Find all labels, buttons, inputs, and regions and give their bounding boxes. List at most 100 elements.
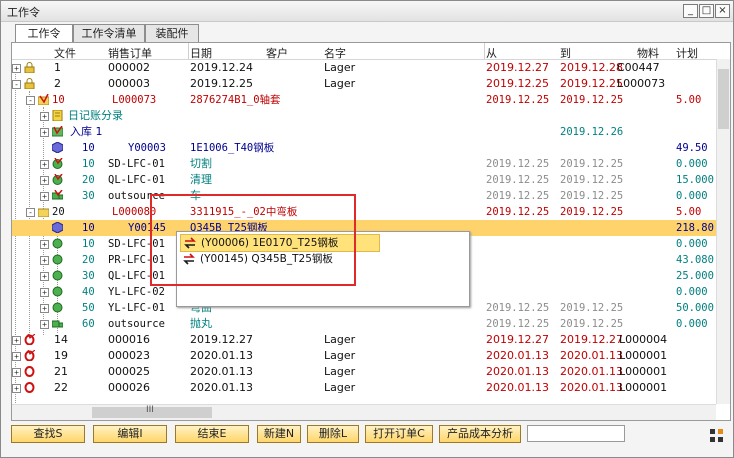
tab-work-order[interactable]: 工作令: [15, 24, 73, 43]
row-date: 2019.12.25: [190, 77, 253, 90]
col-name[interactable]: 名字: [324, 45, 346, 61]
row-file: 10: [82, 142, 95, 154]
product-cost-analysis-button[interactable]: 产品成本分析: [439, 425, 521, 443]
find-button[interactable]: 查找S: [11, 425, 85, 443]
row-label: 入库 1: [70, 125, 103, 138]
row-sales-order: 000002: [108, 61, 150, 74]
vertical-scrollbar[interactable]: [716, 59, 730, 404]
row-file: 22: [54, 381, 68, 394]
work-order-ring-icon: [24, 334, 35, 345]
row-file: 1: [54, 61, 61, 74]
col-to[interactable]: 到: [560, 45, 571, 61]
row-name: Lager: [324, 61, 356, 74]
operation-gear-icon: [52, 270, 63, 281]
row-sales-order: 000023: [108, 349, 150, 362]
expand-toggle-icon[interactable]: +: [40, 256, 49, 265]
row-file: 30: [82, 190, 95, 202]
row-file: 60: [82, 318, 95, 330]
row-material: C00447: [617, 61, 660, 74]
maximize-icon[interactable]: □: [699, 4, 714, 18]
table-row[interactable]: + 14 000016 2019.12.27 Lager 2019.12.27 …: [12, 332, 730, 348]
row-label: 日记账分录: [68, 109, 123, 122]
vertical-scroll-thumb[interactable]: [718, 69, 729, 129]
operation-gear-icon: [52, 254, 63, 265]
col-plan[interactable]: 计划: [676, 45, 698, 61]
horizontal-scroll-thumb[interactable]: III: [92, 405, 212, 418]
row-name: Lager: [324, 333, 356, 346]
table-row[interactable]: + 入库 1 2019.12.26: [12, 124, 730, 140]
row-sales-order: YL-LFC-01: [108, 302, 165, 314]
table-row[interactable]: + 10 SD-LFC-01 切割 2019.12.25 2019.12.25 …: [12, 156, 730, 172]
table-row[interactable]: + 30 outsource 车 2019.12.25 2019.12.25 0…: [12, 188, 730, 204]
tab-work-order-list[interactable]: 工作令清单: [73, 24, 145, 42]
table-row[interactable]: - 20 L000080 3311915_-_02中弯板 2019.12.25 …: [12, 204, 730, 220]
table-row[interactable]: + 21 000025 2020.01.13 Lager 2020.01.13 …: [12, 364, 730, 380]
expand-toggle-icon[interactable]: +: [12, 368, 21, 377]
col-from[interactable]: 从: [486, 45, 497, 61]
expand-toggle-icon[interactable]: +: [40, 176, 49, 185]
expand-toggle-icon[interactable]: +: [40, 240, 49, 249]
expand-toggle-icon[interactable]: +: [40, 112, 49, 121]
resize-grip-icon[interactable]: [709, 428, 725, 444]
expand-toggle-icon[interactable]: +: [40, 320, 49, 329]
tab-assembly[interactable]: 装配件: [145, 24, 199, 42]
expand-toggle-icon[interactable]: +: [12, 64, 21, 73]
row-to: 2019.12.25: [560, 190, 624, 202]
table-row[interactable]: - 10 L000073 2876274B1_0轴套 2019.12.25 20…: [12, 92, 730, 108]
row-to: 2019.12.26: [560, 126, 624, 138]
expand-toggle-icon[interactable]: +: [12, 352, 21, 361]
expand-toggle-icon[interactable]: +: [40, 288, 49, 297]
expand-toggle-icon[interactable]: +: [12, 384, 21, 393]
expand-toggle-icon[interactable]: +: [40, 192, 49, 201]
receipt-icon: [52, 126, 63, 137]
delete-button[interactable]: 删除L: [307, 425, 359, 443]
col-file[interactable]: 文件: [54, 45, 76, 61]
table-row[interactable]: 10 Y00003 1E1006_T40钢板 49.50: [12, 140, 730, 156]
journal-icon: [52, 110, 63, 121]
end-button[interactable]: 结束E: [175, 425, 249, 443]
row-plan: 49.50: [676, 142, 708, 154]
row-sales-order: Y00003: [128, 142, 166, 154]
col-sales-order[interactable]: 销售订单: [108, 45, 152, 61]
lock-icon: [24, 78, 35, 89]
table-row[interactable]: + 日记账分录: [12, 108, 730, 124]
row-plan: 25.000: [676, 270, 714, 282]
new-button[interactable]: 新建N: [257, 425, 301, 443]
row-from: 2019.12.25: [486, 174, 550, 186]
minimize-icon[interactable]: _: [683, 4, 698, 18]
close-icon[interactable]: ×: [715, 4, 730, 18]
row-from: 2020.01.13: [486, 349, 549, 362]
expand-toggle-icon[interactable]: +: [40, 160, 49, 169]
row-sales-order: L000073: [112, 94, 157, 106]
expand-toggle-icon[interactable]: +: [12, 336, 21, 345]
expand-toggle-icon[interactable]: +: [40, 272, 49, 281]
table-row[interactable]: + 60 outsource 抛丸 2019.12.25 2019.12.25 …: [12, 316, 730, 332]
collapse-toggle-icon[interactable]: -: [26, 208, 35, 217]
scroll-grip: III: [146, 405, 154, 415]
collapse-toggle-icon[interactable]: -: [26, 96, 35, 105]
table-row[interactable]: + 22 000026 2020.01.13 Lager 2020.01.13 …: [12, 380, 730, 396]
table-row[interactable]: + 1 000002 2019.12.24 Lager 2019.12.27 2…: [12, 60, 730, 76]
col-customer[interactable]: 客户: [266, 45, 288, 61]
col-date[interactable]: 日期: [190, 45, 212, 61]
table-row[interactable]: + 19 000023 2020.01.13 Lager 2020.01.13 …: [12, 348, 730, 364]
edit-button[interactable]: 编辑I: [93, 425, 167, 443]
highlight-annotation: [150, 194, 356, 286]
row-sales-order: QL-LFC-01: [108, 174, 165, 186]
expand-toggle-icon[interactable]: +: [40, 304, 49, 313]
row-file: 19: [54, 349, 68, 362]
quick-input[interactable]: [527, 425, 625, 442]
open-order-button[interactable]: 打开订单C: [365, 425, 433, 443]
row-plan: 15.000: [676, 174, 714, 186]
row-to: 2019.12.25: [560, 174, 624, 186]
collapse-toggle-icon[interactable]: -: [12, 80, 21, 89]
row-material: L000073: [617, 77, 666, 90]
row-from: 2019.12.25: [486, 318, 550, 330]
col-material[interactable]: 物料: [637, 45, 659, 61]
horizontal-scrollbar[interactable]: III: [12, 404, 716, 420]
table-row[interactable]: - 2 000003 2019.12.25 Lager 2019.12.25 2…: [12, 76, 730, 92]
table-row[interactable]: + 20 QL-LFC-01 清理 2019.12.25 2019.12.25 …: [12, 172, 730, 188]
work-order-ring-icon: [24, 382, 35, 393]
row-date: 清理: [190, 173, 212, 186]
expand-toggle-icon[interactable]: +: [40, 128, 49, 137]
